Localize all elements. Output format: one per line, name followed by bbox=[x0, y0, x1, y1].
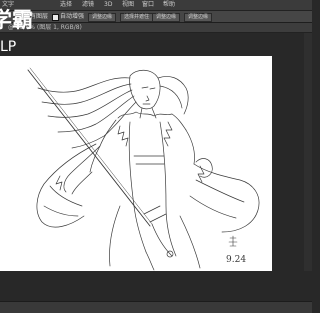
refine-edge-button-2[interactable]: 调整边缘 bbox=[152, 13, 181, 22]
menu-item-select[interactable]: 选择 bbox=[60, 1, 72, 9]
refine-edge-button-3[interactable]: 调整边缘 bbox=[184, 13, 213, 22]
menu-item-window[interactable]: 窗口 bbox=[142, 1, 154, 9]
menu-item-filter[interactable]: 滤镜 bbox=[82, 1, 94, 9]
menu-bar: 文字 选择 滤镜 3D 视图 窗口 帮助 bbox=[0, 0, 312, 11]
vertical-scrollbar[interactable] bbox=[304, 33, 312, 301]
refine-edge-button[interactable]: 调整边缘 bbox=[88, 13, 117, 22]
menu-item-view[interactable]: 视图 bbox=[122, 1, 134, 9]
document-canvas[interactable]: 9.24 bbox=[0, 56, 272, 271]
workspace-background bbox=[0, 271, 312, 301]
watermark-title: 学霸 bbox=[0, 8, 33, 32]
auto-enhance-checkbox[interactable] bbox=[52, 14, 59, 21]
menu-item-help[interactable]: 帮助 bbox=[163, 1, 175, 9]
auto-enhance-label: 自动增强 bbox=[60, 13, 85, 20]
options-bar: 所有图层 自动增强 调整边缘 选择并遮住 调整边缘 调整边缘 bbox=[0, 11, 312, 23]
select-and-mask-button[interactable]: 选择并遮住 bbox=[120, 13, 154, 22]
document-tab[interactable]: @ 45.8% (图层 1, RGB/8) bbox=[0, 23, 312, 33]
watermark-subtitle: LP bbox=[0, 39, 17, 55]
line-art-drawing: 9.24 bbox=[27, 67, 260, 271]
signature-date: 9.24 bbox=[226, 255, 246, 265]
menu-item-3d[interactable]: 3D bbox=[104, 1, 112, 9]
status-bar bbox=[0, 301, 312, 313]
